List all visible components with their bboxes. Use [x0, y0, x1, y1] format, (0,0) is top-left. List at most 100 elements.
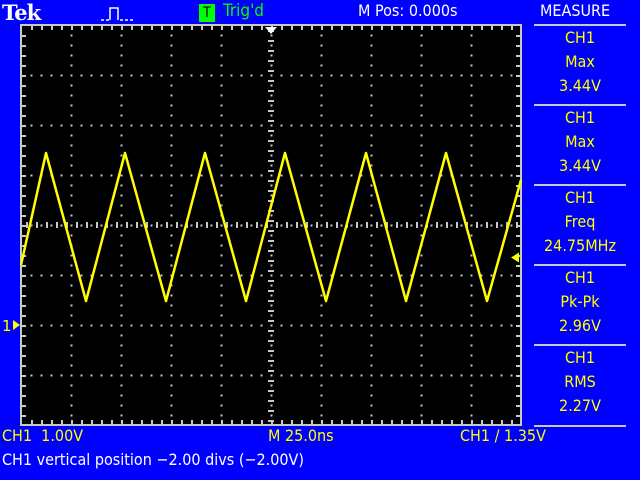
- axis-tick: [268, 250, 274, 252]
- axis-tick: [256, 222, 258, 228]
- grid-dot: [120, 284, 123, 287]
- edge-tick: [351, 420, 353, 424]
- edge-tick: [101, 26, 103, 30]
- grid-dot: [320, 114, 323, 117]
- edge-tick: [431, 26, 433, 30]
- grid-dot: [390, 174, 393, 177]
- grid-dot: [380, 374, 383, 377]
- edge-tick: [22, 375, 26, 377]
- grid-dot: [190, 174, 193, 177]
- grid-dot: [250, 224, 253, 227]
- axis-tick: [286, 222, 288, 228]
- grid-dot: [470, 164, 473, 167]
- grid-dot: [150, 174, 153, 177]
- grid-dot: [420, 44, 423, 47]
- grid-dot: [370, 124, 373, 127]
- grid-dot: [120, 84, 123, 87]
- grid-dot: [140, 374, 143, 377]
- edge-tick: [31, 26, 33, 30]
- grid-dot: [320, 54, 323, 57]
- axis-tick: [268, 240, 274, 242]
- measurement-3[interactable]: CH1 Freq 24.75MHz: [534, 184, 626, 266]
- grid-dot: [270, 394, 273, 397]
- grid-dot: [340, 324, 343, 327]
- grid-dot: [470, 264, 473, 267]
- grid-dot: [170, 84, 173, 87]
- grid-dot: [420, 184, 423, 187]
- edge-tick: [516, 145, 520, 147]
- grid-dot: [220, 94, 223, 97]
- edge-tick: [22, 155, 26, 157]
- edge-tick: [516, 55, 520, 57]
- edge-tick: [22, 275, 26, 277]
- grid-dot: [490, 74, 493, 77]
- grid-dot: [170, 74, 173, 77]
- grid-dot: [280, 274, 283, 277]
- edge-tick: [121, 26, 123, 30]
- grid-dot: [370, 344, 373, 347]
- grid-dot: [150, 224, 153, 227]
- edge-tick: [516, 95, 520, 97]
- grid-dot: [470, 334, 473, 337]
- grid-dot: [470, 194, 473, 197]
- edge-tick: [451, 420, 453, 424]
- grid-dot: [440, 224, 443, 227]
- grid-dot: [170, 334, 173, 337]
- grid-dot: [90, 324, 93, 327]
- edge-tick: [516, 85, 520, 87]
- edge-tick: [241, 420, 243, 424]
- measurement-2[interactable]: CH1 Max 3.44V: [534, 104, 626, 186]
- edge-tick: [281, 26, 283, 30]
- grid-dot: [260, 174, 263, 177]
- measurement-1[interactable]: CH1 Max 3.44V: [534, 24, 626, 106]
- grid-dot: [270, 74, 273, 77]
- grid-dot: [210, 274, 213, 277]
- measurement-type: Pk-Pk: [560, 292, 600, 311]
- grid-dot: [290, 324, 293, 327]
- grid-dot: [180, 374, 183, 377]
- grid-dot: [510, 374, 513, 377]
- edge-tick: [251, 26, 253, 30]
- grid-dot: [140, 224, 143, 227]
- grid-dot: [180, 174, 183, 177]
- edge-tick: [141, 26, 143, 30]
- edge-tick: [516, 135, 520, 137]
- grid-dot: [160, 324, 163, 327]
- grid-dot: [490, 174, 493, 177]
- measurement-5[interactable]: CH1 RMS 2.27V: [534, 344, 626, 426]
- grid-dot: [330, 124, 333, 127]
- axis-tick: [136, 222, 138, 228]
- grid-dot: [470, 404, 473, 407]
- grid-dot: [270, 274, 273, 277]
- grid-dot: [450, 374, 453, 377]
- edge-tick: [71, 26, 73, 30]
- edge-tick: [22, 315, 26, 317]
- grid-dot: [490, 274, 493, 277]
- ch1-ground-marker: 1: [2, 317, 12, 335]
- grid-dot: [270, 244, 273, 247]
- grid-dot: [210, 74, 213, 77]
- edge-tick: [516, 205, 520, 207]
- measurement-4[interactable]: CH1 Pk-Pk 2.96V: [534, 264, 626, 346]
- grid-dot: [120, 54, 123, 57]
- axis-tick: [268, 140, 274, 142]
- grid-dot: [410, 324, 413, 327]
- grid-dot: [370, 284, 373, 287]
- grid-dot: [320, 324, 323, 327]
- edge-tick: [201, 26, 203, 30]
- axis-tick: [416, 222, 418, 228]
- edge-tick: [111, 26, 113, 30]
- edge-tick: [22, 145, 26, 147]
- grid-dot: [470, 44, 473, 47]
- grid-dot: [510, 324, 513, 327]
- grid-dot: [270, 354, 273, 357]
- edge-tick: [511, 420, 513, 424]
- grid-dot: [420, 134, 423, 137]
- grid-dot: [220, 254, 223, 257]
- grid-dot: [270, 234, 273, 237]
- grid-dot: [430, 124, 433, 127]
- grid-dot: [300, 374, 303, 377]
- grid-dot: [370, 314, 373, 317]
- measurement-value: 2.96V: [559, 316, 601, 335]
- grid-dot: [420, 194, 423, 197]
